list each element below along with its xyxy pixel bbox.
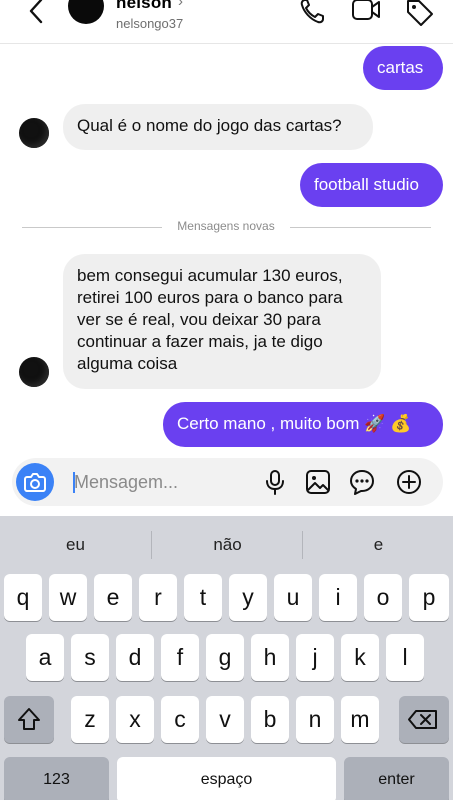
message-outgoing[interactable]: Certo mano , muito bom 🚀 💰 [163,402,443,447]
enter-key[interactable]: enter [344,757,449,800]
key-f[interactable]: f [161,634,199,681]
key-t[interactable]: t [184,574,222,621]
gallery-icon[interactable] [304,468,332,496]
key-r[interactable]: r [139,574,177,621]
new-messages-label: Mensagens novas [162,219,290,233]
key-n[interactable]: n [296,696,334,743]
contact-avatar[interactable] [68,0,104,24]
message-incoming[interactable]: bem consegui acumular 130 euros, retirei… [63,254,381,389]
space-key[interactable]: espaço [117,757,336,800]
key-z[interactable]: z [71,696,109,743]
message-line: continuar a fazer mais, ja te digo [77,332,323,351]
message-line: alguma coisa [77,354,178,373]
numbers-key[interactable]: 123 [4,757,109,800]
contact-avatar-small[interactable] [19,118,49,148]
key-a[interactable]: a [26,634,64,681]
camera-icon [24,473,46,492]
message-input[interactable] [74,469,224,495]
key-y[interactable]: y [229,574,267,621]
key-h[interactable]: h [251,634,289,681]
tag-icon[interactable] [405,0,435,28]
key-v[interactable]: v [206,696,244,743]
key-k[interactable]: k [341,634,379,681]
camera-button[interactable] [16,463,54,501]
message-composer [12,458,443,506]
key-j[interactable]: j [296,634,334,681]
key-e[interactable]: e [94,574,132,621]
key-c[interactable]: c [161,696,199,743]
backspace-key[interactable] [399,696,449,743]
key-u[interactable]: u [274,574,312,621]
key-i[interactable]: i [319,574,357,621]
suggestion-e[interactable]: e [303,516,453,574]
key-l[interactable]: l [386,634,424,681]
key-o[interactable]: o [364,574,402,621]
suggestion-eu[interactable]: eu [0,516,151,574]
shift-arrow-icon [18,708,40,730]
shift-key[interactable] [4,696,54,743]
key-x[interactable]: x [116,696,154,743]
message-outgoing[interactable]: football studio [300,163,443,207]
contact-name[interactable]: nelson [116,0,172,13]
chevron-right-icon[interactable]: › [178,0,183,10]
plus-icon[interactable] [395,468,423,496]
keyboard: eu não e q w e r t y u i o p a s d f g h… [0,516,453,800]
microphone-icon[interactable] [261,468,289,496]
contact-avatar-small[interactable] [19,357,49,387]
contact-username[interactable]: nelsongo37 [116,16,183,31]
key-d[interactable]: d [116,634,154,681]
key-m[interactable]: m [341,696,379,743]
key-q[interactable]: q [4,574,42,621]
back-arrow-icon[interactable] [22,0,52,28]
backspace-icon [408,710,437,729]
suggestion-nao[interactable]: não [152,516,303,574]
phone-icon[interactable] [298,0,328,28]
key-b[interactable]: b [251,696,289,743]
message-line: bem consegui acumular 130 euros, [77,266,343,285]
message-line: retirei 100 euros para o banco para [77,288,343,307]
video-camera-icon[interactable] [351,0,381,28]
key-w[interactable]: w [49,574,87,621]
message-incoming[interactable]: Qual é o nome do jogo das cartas? [63,104,373,150]
message-line: ver se é real, vou deixar 30 para [77,310,321,329]
key-s[interactable]: s [71,634,109,681]
key-g[interactable]: g [206,634,244,681]
key-p[interactable]: p [409,574,449,621]
message-outgoing[interactable]: cartas [363,46,443,90]
sticker-icon[interactable] [348,468,376,496]
chat-header: nelson › nelsongo37 [0,0,453,44]
